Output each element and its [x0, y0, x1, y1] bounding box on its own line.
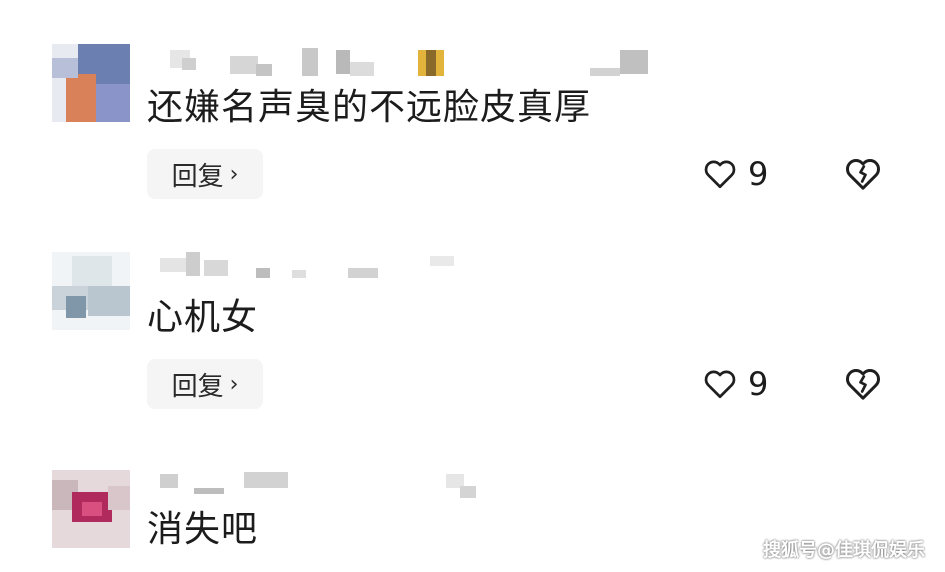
- broken-heart-icon: [846, 159, 880, 190]
- dislike-button[interactable]: [843, 364, 883, 404]
- reply-label: 回复: [171, 161, 224, 192]
- avatar[interactable]: [52, 470, 130, 548]
- reply-button[interactable]: 回复 ›: [147, 359, 263, 409]
- like-count: 9: [748, 155, 769, 193]
- comment-text: 还嫌名声臭的不远脸皮真厚: [147, 87, 592, 128]
- chevron-right-icon: ›: [229, 161, 239, 187]
- username-blurred[interactable]: [160, 48, 680, 78]
- avatar[interactable]: [52, 44, 130, 122]
- reply-label: 回复: [171, 371, 224, 402]
- like-button[interactable]: 9: [702, 364, 768, 404]
- heart-outline-icon: [704, 370, 736, 399]
- reply-button[interactable]: 回复 ›: [147, 149, 263, 199]
- like-button[interactable]: 9: [702, 154, 768, 194]
- avatar[interactable]: [52, 252, 130, 330]
- like-count: 9: [748, 365, 769, 403]
- dislike-button[interactable]: [843, 154, 883, 194]
- comment-text: 心机女: [147, 297, 259, 338]
- chevron-right-icon: ›: [229, 371, 239, 397]
- watermark: 搜狐号@佳琪侃娱乐: [763, 540, 925, 561]
- comment-text: 消失吧: [147, 509, 259, 550]
- heart-outline-icon: [704, 160, 736, 189]
- username-blurred[interactable]: [160, 252, 680, 282]
- username-blurred[interactable]: [160, 470, 680, 500]
- broken-heart-icon: [846, 369, 880, 400]
